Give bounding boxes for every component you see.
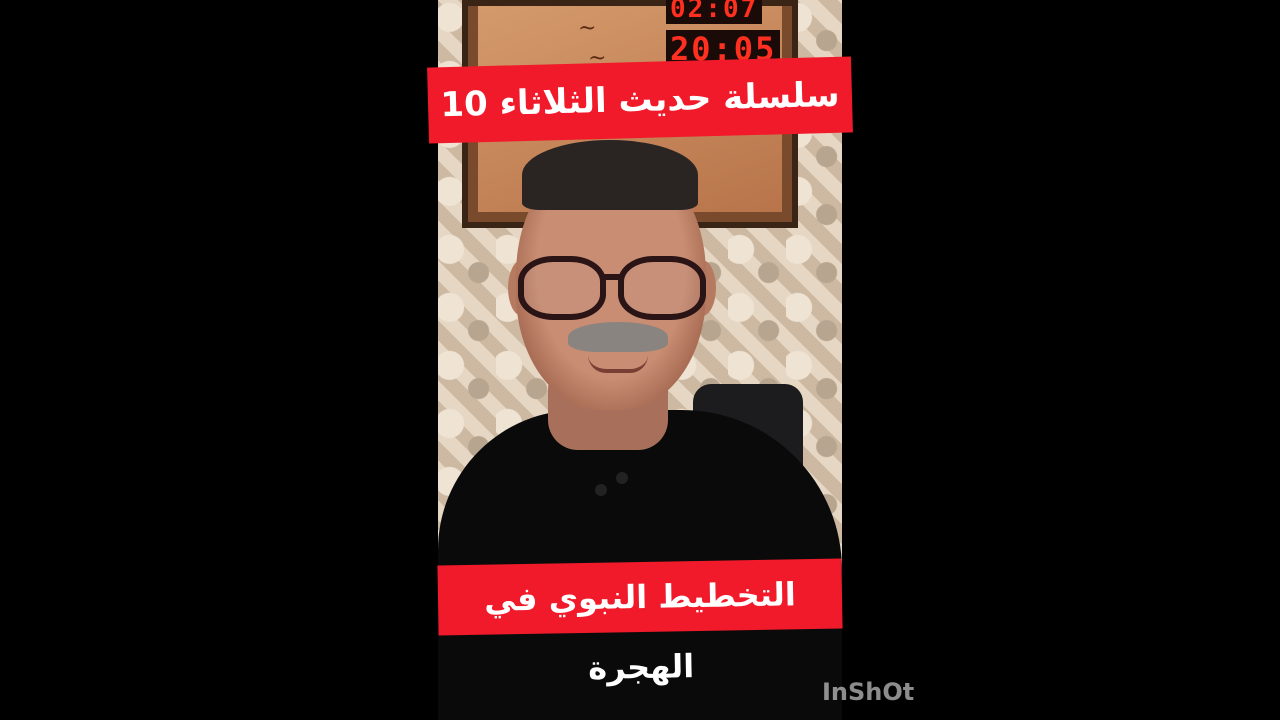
shirt-button-2 (616, 472, 628, 484)
title-banner-top: سلسلة حديث الثلاثاء 10 (427, 56, 853, 144)
title-banner-bottom: التخطيط النبوي في الهجرة (437, 558, 843, 687)
clock-script-1: ~ (578, 16, 597, 41)
person-hair (522, 140, 698, 210)
person-mustache (568, 322, 668, 352)
glasses-lens-left (518, 256, 606, 320)
inshot-watermark: InShOt (822, 678, 915, 706)
clock-time-top: 02:07 (666, 0, 763, 24)
person-mouth (588, 355, 648, 373)
glasses-lens-right (618, 256, 706, 320)
shirt-button-1 (595, 484, 607, 496)
eyeglasses (518, 256, 718, 326)
